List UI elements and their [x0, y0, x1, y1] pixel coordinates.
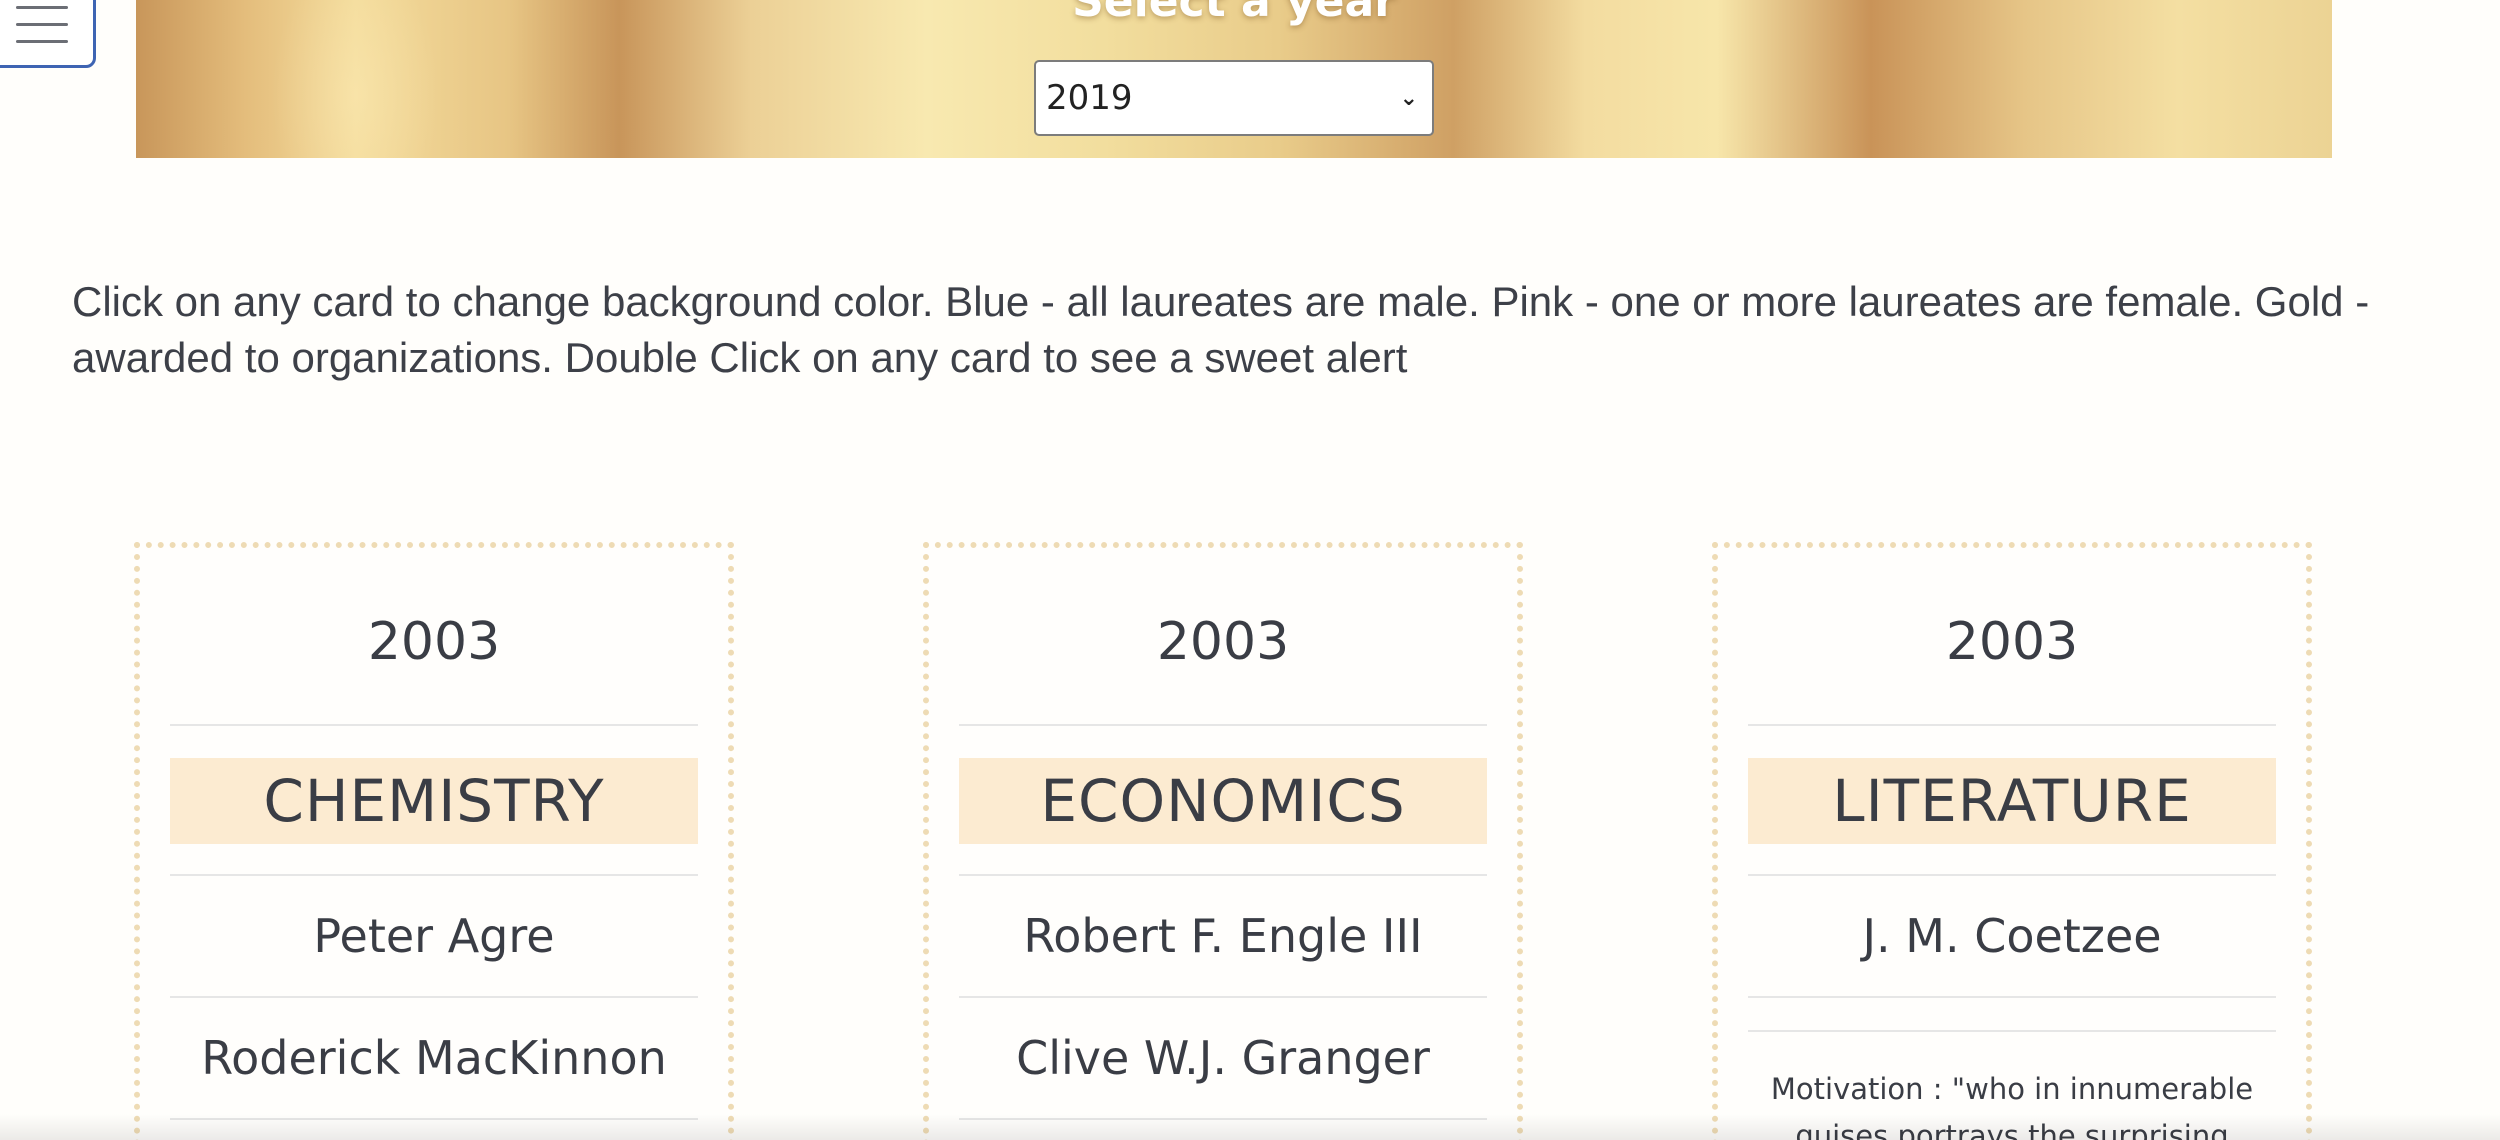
laureate-name: Roderick MacKinnon [170, 998, 698, 1120]
hamburger-icon-line [16, 23, 68, 26]
laureate-name: Clive W.J. Granger [959, 998, 1487, 1120]
chevron-down-icon: ⌄ [1399, 85, 1418, 111]
card-category: LITERATURE [1748, 758, 2276, 844]
prize-card[interactable]: 2003 ECONOMICS Robert F. Engle III Clive… [923, 542, 1523, 1140]
laureate-name: J. M. Coetzee [1748, 876, 2276, 998]
page-title: Select a year [1072, 0, 1396, 27]
card-year: 2003 [959, 548, 1487, 726]
laureate-name: Robert F. Engle III [959, 876, 1487, 998]
bottom-shadow [0, 1114, 2500, 1140]
card-year: 2003 [1748, 548, 2276, 726]
menu-toggle-button[interactable] [0, 0, 96, 68]
year-select-value: 2019 [1046, 78, 1133, 118]
year-select[interactable]: 2019 ⌄ [1034, 60, 1434, 136]
page: Select a year 2019 ⌄ Click on any card t… [0, 0, 2500, 1140]
card-category: CHEMISTRY [170, 758, 698, 844]
header-banner: Select a year 2019 ⌄ [136, 0, 2332, 158]
instructions-text: Click on any card to change background c… [72, 278, 2370, 381]
laureate-name: Peter Agre [170, 876, 698, 998]
hamburger-icon [16, 6, 68, 9]
divider [1748, 844, 2276, 876]
card-year: 2003 [170, 548, 698, 726]
hamburger-icon-line [16, 40, 68, 43]
prize-card[interactable]: 2003 CHEMISTRY Peter Agre Roderick MacKi… [134, 542, 734, 1140]
divider [959, 844, 1487, 876]
divider [170, 844, 698, 876]
card-category: ECONOMICS [959, 758, 1487, 844]
prize-card[interactable]: 2003 LITERATURE J. M. Coetzee Motivation… [1712, 542, 2312, 1140]
